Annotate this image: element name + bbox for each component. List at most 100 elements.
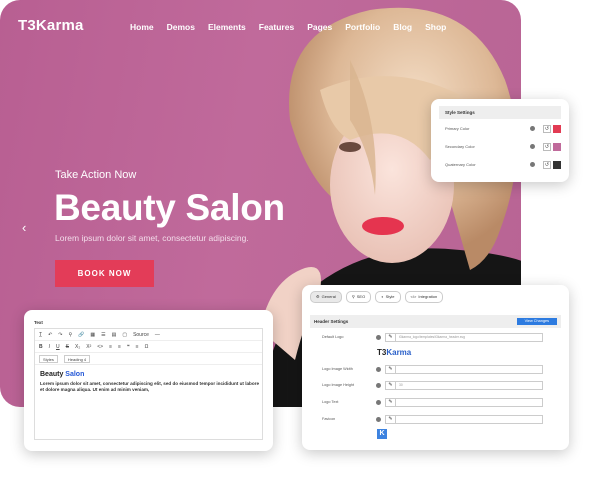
- omega-icon[interactable]: Ω: [145, 344, 149, 350]
- block-icon[interactable]: ▤: [112, 332, 117, 338]
- underline-icon[interactable]: U: [56, 344, 60, 350]
- redo-icon[interactable]: ↷: [58, 332, 62, 338]
- nav-item-portfolio[interactable]: Portfolio: [345, 22, 380, 32]
- primary-color-row: Primary Color ↺: [439, 120, 561, 137]
- header-settings-bar: Header Settings View Changes: [310, 315, 561, 328]
- settings-tabs: ⚙ General ⚲ SEO ◐ Style </> Integration: [310, 291, 561, 303]
- align-icon[interactable]: ≡: [136, 344, 139, 350]
- color-label: Secondary Color: [445, 144, 475, 149]
- book-now-button[interactable]: BOOK NOW: [55, 260, 154, 287]
- field-value: 30: [399, 383, 403, 387]
- quote-icon[interactable]: ❝: [127, 344, 130, 350]
- tab-seo[interactable]: ⚲ SEO: [345, 291, 372, 303]
- chevron-left-icon[interactable]: ‹: [22, 220, 26, 235]
- pencil-icon[interactable]: ✎: [386, 334, 396, 341]
- logo-text-row: Logo Text ✎: [310, 398, 561, 408]
- search-icon: ⚲: [351, 294, 355, 299]
- bullet-list-icon[interactable]: ≡: [118, 344, 121, 350]
- field-label: Favicon: [322, 417, 336, 421]
- reset-icon[interactable]: ↺: [543, 160, 551, 169]
- color-label: Primary Color: [445, 126, 470, 131]
- editor-body: Lorem ipsum dolor sit amet, consectetur …: [40, 381, 259, 392]
- nav-item-pages[interactable]: Pages: [307, 22, 332, 32]
- subscript-icon[interactable]: X₂: [75, 344, 80, 350]
- find-icon[interactable]: ⚲: [68, 332, 72, 338]
- tab-label: SEO: [356, 294, 366, 299]
- primary-color-swatch[interactable]: [553, 124, 561, 133]
- code-icon[interactable]: <>: [97, 344, 103, 350]
- field-label: Logo Image Height: [322, 383, 355, 387]
- nav-item-blog[interactable]: Blog: [393, 22, 412, 32]
- field-label: Logo Text: [322, 400, 339, 404]
- link-icon[interactable]: 🔗: [78, 332, 84, 338]
- logo-preview-accent: Karma: [386, 348, 412, 357]
- editor-heading: Beauty Salon: [40, 371, 257, 378]
- field-value: t3karma_logo/templates/t3karma_header.sv…: [399, 335, 465, 339]
- logo-text-input[interactable]: ✎: [385, 398, 543, 407]
- site-logo[interactable]: T3Karma: [18, 17, 84, 34]
- table-icon[interactable]: ▦: [90, 332, 95, 338]
- hero-subtext: Lorem ipsum dolor sit amet, consectetur …: [55, 233, 249, 243]
- horizontal-rule-icon[interactable]: —: [155, 332, 160, 338]
- color-label: Quaternary Color: [445, 162, 476, 167]
- editor-content[interactable]: Beauty Salon Lorem ipsum dolor sit amet,…: [35, 365, 262, 399]
- nav-item-elements[interactable]: Elements: [208, 22, 246, 32]
- rich-text-editor[interactable]: T̲ ↶ ↷ ⚲ 🔗 ▦ ☰ ▤ ▢ Source — B I U S X₂ X…: [34, 328, 263, 440]
- pencil-icon[interactable]: ✎: [386, 399, 396, 406]
- info-icon: [530, 126, 535, 131]
- italic-icon[interactable]: I: [49, 344, 50, 350]
- undo-icon[interactable]: ↶: [48, 332, 52, 338]
- tab-style[interactable]: ◐ Style: [375, 291, 401, 303]
- pencil-icon[interactable]: ✎: [386, 366, 396, 373]
- clear-format-icon[interactable]: T̲: [39, 332, 42, 338]
- bold-icon[interactable]: B: [39, 344, 43, 350]
- source-icon[interactable]: ▢: [122, 332, 127, 338]
- text-editor-panel: Text T̲ ↶ ↷ ⚲ 🔗 ▦ ☰ ▤ ▢ Source — B I U S…: [24, 310, 273, 451]
- info-icon: [376, 367, 381, 372]
- list-icon[interactable]: ☰: [101, 332, 105, 338]
- reset-icon[interactable]: ↺: [543, 124, 551, 133]
- logo-width-row: Logo Image Width ✎: [310, 365, 561, 375]
- numbered-list-icon[interactable]: ≡: [109, 344, 112, 350]
- editor-toolbar-row-3: Styles Heading 4: [35, 353, 262, 365]
- styles-select[interactable]: Styles: [39, 354, 58, 363]
- reset-icon[interactable]: ↺: [543, 142, 551, 151]
- nav-item-home[interactable]: Home: [130, 22, 154, 32]
- logo-height-input[interactable]: ✎ 30: [385, 381, 543, 390]
- favicon-input[interactable]: ✎: [385, 415, 543, 424]
- style-settings-title: Style Settings: [439, 106, 561, 119]
- strikethrough-icon[interactable]: S: [66, 344, 69, 350]
- editor-toolbar-row-1: T̲ ↶ ↷ ⚲ 🔗 ▦ ☰ ▤ ▢ Source —: [35, 329, 262, 341]
- hero-headline: Beauty Salon: [54, 187, 285, 228]
- tab-integration[interactable]: </> Integration: [404, 291, 444, 303]
- nav-item-demos[interactable]: Demos: [167, 22, 195, 32]
- field-label: Default Logo: [322, 335, 344, 339]
- style-settings-panel: Style Settings Primary Color ↺ Secondary…: [431, 99, 569, 182]
- default-logo-input[interactable]: ✎ t3karma_logo/templates/t3karma_header.s…: [385, 333, 543, 342]
- view-changes-button[interactable]: View Changes: [516, 318, 557, 325]
- nav-item-features[interactable]: Features: [259, 22, 294, 32]
- hero-tagline: Take Action Now: [55, 169, 137, 181]
- logo-width-input[interactable]: ✎: [385, 365, 543, 374]
- heading-plain: Beauty: [40, 371, 64, 378]
- info-icon: [530, 162, 535, 167]
- secondary-color-swatch[interactable]: [553, 142, 561, 151]
- tab-general[interactable]: ⚙ General: [310, 291, 342, 303]
- source-button[interactable]: Source: [133, 332, 149, 338]
- code-icon: </>: [410, 294, 417, 299]
- pencil-icon[interactable]: ✎: [386, 416, 396, 423]
- quaternary-color-swatch[interactable]: [553, 160, 561, 169]
- logo-preview: T3Karma: [377, 348, 411, 357]
- tab-label: General: [321, 294, 336, 299]
- default-logo-row: Default Logo ✎ t3karma_logo/templates/t3k…: [310, 333, 561, 343]
- format-select[interactable]: Heading 4: [63, 354, 91, 363]
- nav-item-shop[interactable]: Shop: [425, 22, 446, 32]
- superscript-icon[interactable]: X²: [86, 344, 91, 350]
- secondary-color-row: Secondary Color ↺: [439, 138, 561, 155]
- main-nav: Home Demos Elements Features Pages Portf…: [130, 22, 446, 32]
- favicon-row: Favicon ✎: [310, 415, 561, 425]
- field-label: Logo Image Width: [322, 367, 353, 371]
- pencil-icon[interactable]: ✎: [386, 382, 396, 389]
- info-icon: [376, 335, 381, 340]
- text-field-label: Text: [34, 320, 43, 325]
